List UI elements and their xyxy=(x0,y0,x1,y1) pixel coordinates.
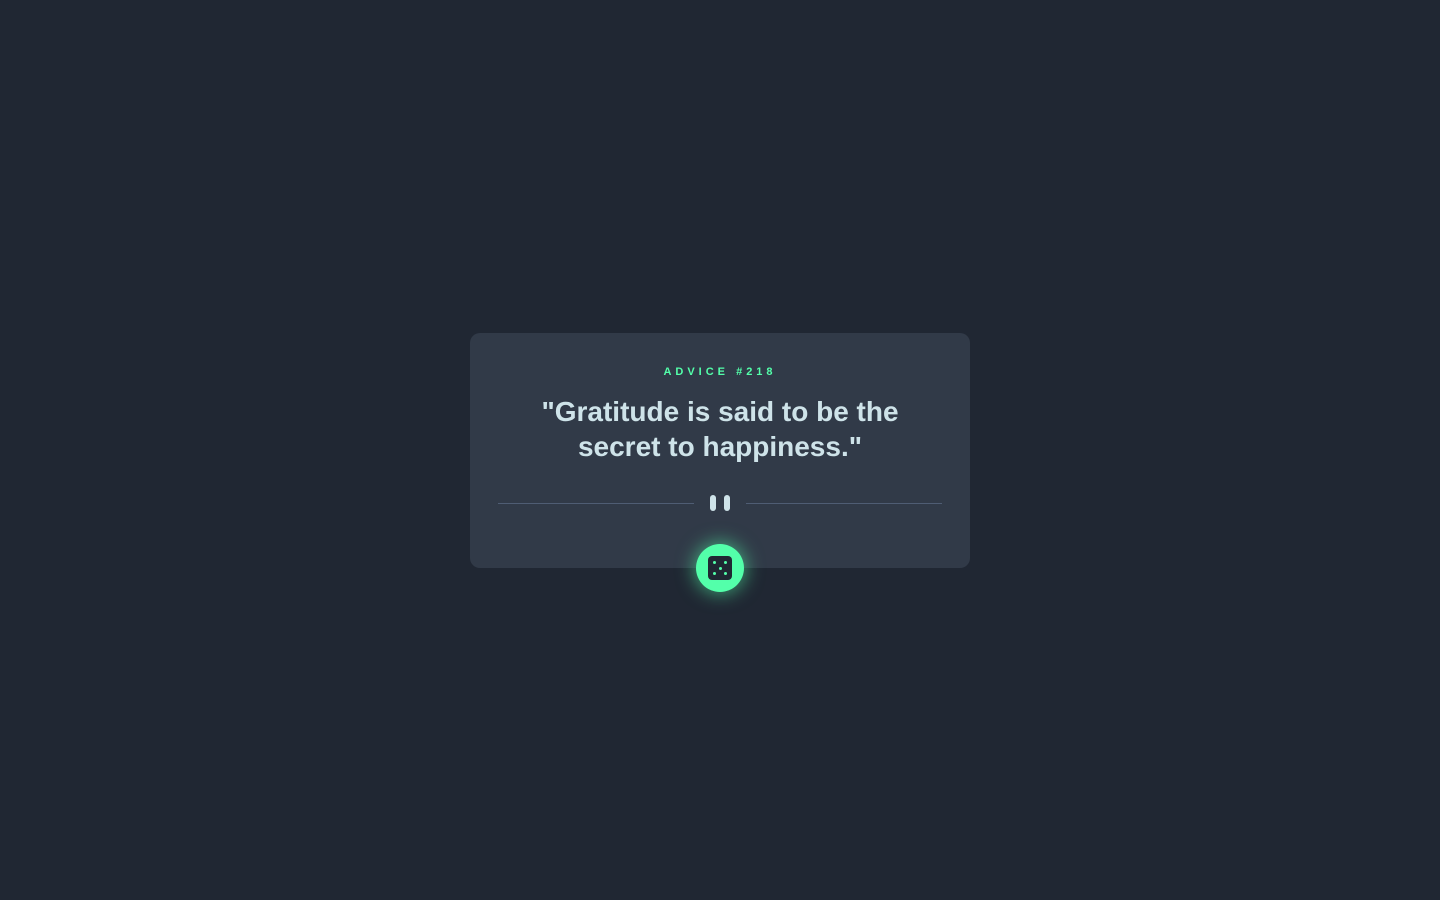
new-advice-button[interactable] xyxy=(696,544,744,592)
advice-card: ADVICE #218 "Gratitude is said to be the… xyxy=(470,333,970,568)
divider xyxy=(498,495,942,511)
advice-quote: "Gratitude is said to be the secret to h… xyxy=(541,396,899,462)
divider-line-right xyxy=(746,503,942,504)
advice-number: ADVICE #218 xyxy=(663,366,777,378)
dice-icon xyxy=(708,556,732,580)
page: ADVICE #218 "Gratitude is said to be the… xyxy=(0,0,1440,900)
pause-icon xyxy=(710,495,730,511)
divider-line-left xyxy=(498,503,694,504)
